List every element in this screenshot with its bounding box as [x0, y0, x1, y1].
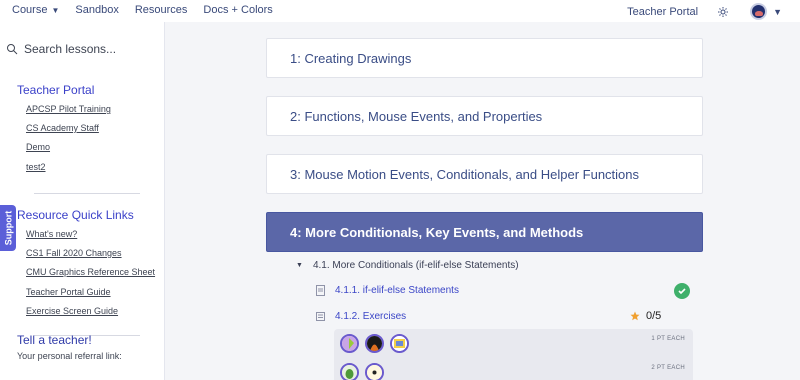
search-icon	[7, 44, 18, 55]
nav-course-label: Course	[12, 4, 48, 16]
sidebar-item-test2[interactable]: test2	[26, 162, 46, 172]
support-button[interactable]: Support	[0, 205, 16, 251]
section-title: 4.1. More Conditionals (if-elif-else Sta…	[312, 260, 519, 271]
exercise-thumbnail[interactable]	[365, 334, 384, 353]
teacher-portal-heading[interactable]: Teacher Portal	[17, 83, 94, 97]
top-nav: Course ▼ Sandbox Resources Docs + Colors	[12, 4, 289, 16]
document-icon	[316, 285, 325, 296]
search-input[interactable]: Search lessons...	[24, 42, 116, 56]
nav-sandbox-label: Sandbox	[75, 4, 119, 16]
sidebar: Search lessons... Teacher Portal APCSP P…	[0, 22, 165, 380]
nav-course[interactable]: Course ▼	[12, 4, 59, 16]
exercise-list-icon	[316, 312, 325, 321]
section-4-1[interactable]: ▼ 4.1. More Conditionals (if-elif-else S…	[296, 260, 519, 271]
sidebar-item-demo[interactable]: Demo	[26, 142, 50, 152]
sidebar-item-exercise-guide[interactable]: Exercise Screen Guide	[26, 306, 118, 316]
search-box[interactable]: Search lessons...	[6, 42, 116, 56]
tell-a-teacher-heading: Tell a teacher!	[17, 333, 92, 347]
exercise-score: 0/5	[630, 310, 661, 322]
divider	[34, 193, 140, 194]
teacher-portal-link[interactable]: Teacher Portal	[627, 6, 698, 18]
exercise-grid: 1 PT EACH 2 PT EACH	[334, 329, 693, 380]
sidebar-item-portal-guide[interactable]: Teacher Portal Guide	[26, 287, 111, 297]
nav-docs-colors[interactable]: Docs + Colors	[203, 4, 272, 16]
chevron-down-icon[interactable]: ▼	[773, 7, 782, 17]
exercise-thumbnail[interactable]	[340, 334, 359, 353]
lesson-4-1-2[interactable]: 4.1.2. Exercises	[316, 311, 406, 322]
sidebar-item-apcsp[interactable]: APCSP Pilot Training	[26, 104, 111, 114]
lesson-link[interactable]: 4.1.2. Exercises	[335, 311, 406, 322]
star-icon	[630, 311, 640, 321]
support-label: Support	[3, 210, 13, 246]
sidebar-item-whats-new[interactable]: What's new?	[26, 229, 77, 239]
score-value: 0/5	[646, 310, 662, 322]
nav-docs-label: Docs + Colors	[203, 4, 273, 16]
unit-title: 2: Functions, Mouse Events, and Properti…	[290, 108, 543, 124]
sidebar-item-cs1-changes[interactable]: CS1 Fall 2020 Changes	[26, 248, 122, 258]
nav-resources-label: Resources	[134, 4, 188, 16]
sidebar-item-reference-sheet[interactable]: CMU Graphics Reference Sheet	[26, 267, 155, 277]
unit-1[interactable]: 1: Creating Drawings	[266, 38, 703, 78]
nav-resources[interactable]: Resources	[135, 4, 188, 16]
quick-links-heading: Resource Quick Links	[17, 208, 134, 222]
exercise-thumbnail[interactable]	[390, 334, 409, 353]
chevron-down-icon: ▼	[51, 5, 60, 15]
unit-4[interactable]: 4: More Conditionals, Key Events, and Me…	[266, 212, 703, 252]
avatar[interactable]	[750, 3, 768, 20]
caret-down-icon: ▼	[296, 262, 303, 269]
referral-link-label: Your personal referral link:	[17, 351, 122, 361]
unit-2[interactable]: 2: Functions, Mouse Events, and Properti…	[266, 96, 703, 136]
sidebar-item-cs-staff[interactable]: CS Academy Staff	[26, 123, 99, 133]
top-right-controls: Teacher Portal ▼	[627, 3, 782, 20]
top-bar: Course ▼ Sandbox Resources Docs + Colors…	[0, 0, 800, 22]
gear-icon[interactable]	[716, 5, 730, 19]
nav-sandbox[interactable]: Sandbox	[75, 4, 118, 16]
points-label: 2 PT EACH	[651, 365, 685, 371]
lesson-link[interactable]: 4.1.1. if-elif-else Statements	[335, 285, 459, 296]
completed-check-icon	[674, 283, 690, 299]
exercise-thumbnail[interactable]	[340, 363, 359, 380]
unit-title: 4: More Conditionals, Key Events, and Me…	[290, 224, 584, 240]
points-label: 1 PT EACH	[651, 336, 685, 342]
unit-3[interactable]: 3: Mouse Motion Events, Conditionals, an…	[266, 154, 703, 194]
unit-title: 1: Creating Drawings	[290, 50, 412, 66]
exercise-thumbnail[interactable]	[365, 363, 384, 380]
lesson-4-1-1[interactable]: 4.1.1. if-elif-else Statements	[316, 285, 459, 296]
unit-title: 3: Mouse Motion Events, Conditionals, an…	[290, 166, 640, 182]
